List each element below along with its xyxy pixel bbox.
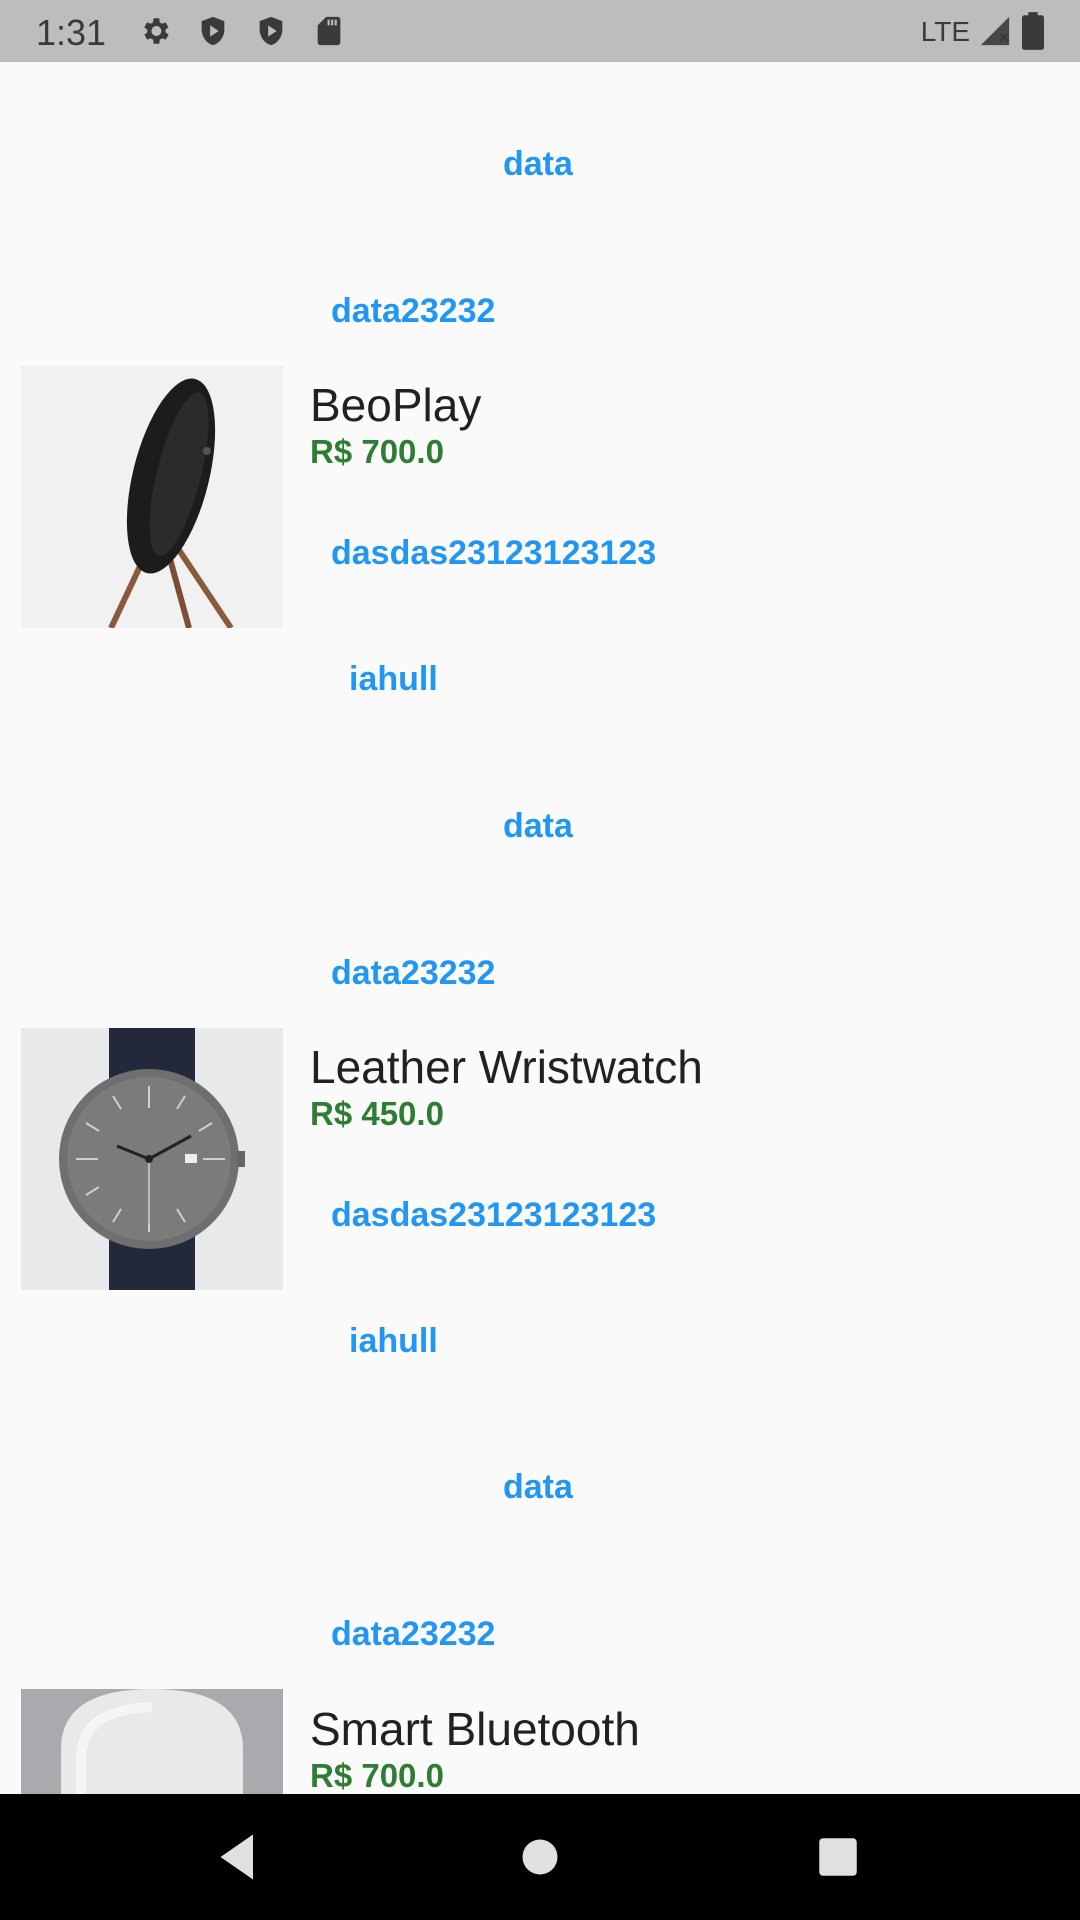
settings-icon xyxy=(144,18,169,44)
product-price: R$ 700.0 xyxy=(310,1757,444,1794)
signal-icon xyxy=(980,16,1010,46)
product-price: R$ 700.0 xyxy=(310,433,444,470)
sd-card-icon xyxy=(317,16,341,46)
data-link[interactable]: data xyxy=(503,145,573,184)
product-list[interactable]: data data23232 BeoPlay R$ 700.0 dasdas23… xyxy=(0,62,1080,1794)
recents-icon[interactable] xyxy=(808,1827,868,1887)
iahull-link[interactable]: iahull xyxy=(349,1322,438,1361)
back-icon[interactable] xyxy=(208,1827,268,1887)
play-shield-icon xyxy=(259,16,283,46)
product-image-beoplay xyxy=(21,366,283,628)
shield-icon xyxy=(201,16,225,46)
dasdas-link[interactable]: dasdas23123123123 xyxy=(331,534,656,573)
product-image-wristwatch xyxy=(21,1028,283,1290)
status-bar: 1:31 LTE xyxy=(0,0,1080,62)
navigation-bar xyxy=(0,1794,1080,1920)
product-price: R$ 450.0 xyxy=(310,1095,444,1132)
product-name: BeoPlay xyxy=(310,379,482,431)
iahull-link[interactable]: iahull xyxy=(349,660,438,699)
product-image-smart-speaker xyxy=(21,1689,283,1794)
data23232-link[interactable]: data23232 xyxy=(331,292,495,331)
product-name: Leather Wristwatch xyxy=(310,1041,703,1093)
data23232-link[interactable]: data23232 xyxy=(331,1615,495,1654)
home-icon[interactable] xyxy=(510,1827,570,1887)
battery-icon xyxy=(1022,12,1044,50)
product-name: Smart Bluetooth xyxy=(310,1703,640,1755)
network-type: LTE xyxy=(920,16,970,47)
data-link[interactable]: data xyxy=(503,1468,573,1507)
data-link[interactable]: data xyxy=(503,807,573,846)
dasdas-link[interactable]: dasdas23123123123 xyxy=(331,1196,656,1235)
data23232-link[interactable]: data23232 xyxy=(331,954,495,993)
status-time: 1:31 xyxy=(36,12,107,53)
